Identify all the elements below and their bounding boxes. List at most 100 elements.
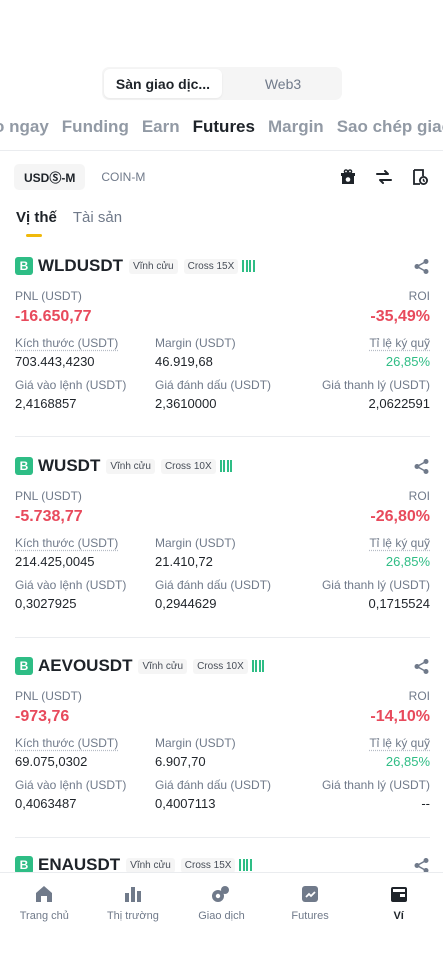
size-label[interactable]: Kích thước (USDT) <box>15 336 155 350</box>
symbol[interactable]: WUSDT <box>38 456 100 476</box>
margin-ratio-label[interactable]: Tỉ lệ ký quỹ <box>369 536 430 550</box>
leverage-tag[interactable]: Cross 10X <box>193 658 248 674</box>
nav-wallet-label: Ví <box>393 910 404 922</box>
contract-type: Vĩnh cửu <box>128 258 178 274</box>
entry-price-label: Giá vào lệnh (USDT) <box>15 378 127 392</box>
entry-price-value: 0,4063487 <box>15 796 77 811</box>
pnl-label: PNL (USDT) <box>15 489 82 503</box>
nav-futures[interactable]: Futures <box>266 873 355 932</box>
nav-markets[interactable]: Thị trường <box>89 873 178 932</box>
size-value: 69.075,0302 <box>15 754 88 769</box>
nav-markets-label: Thị trường <box>106 910 159 922</box>
margin-ratio-value: 26,85% <box>385 754 430 769</box>
nav-trade-label: Giao dịch <box>198 910 245 922</box>
position-tabs: Vị thế Tài sản <box>16 209 122 237</box>
mark-price-value: 0,2944629 <box>155 596 217 611</box>
roi-label: ROI <box>408 689 430 703</box>
liq-price-label: Giá thanh lý (USDT) <box>321 778 430 792</box>
tab-margin[interactable]: Margin <box>268 117 324 137</box>
leverage-tag[interactable]: Cross 15X <box>183 258 239 274</box>
adl-indicator-icon <box>242 260 255 272</box>
tab-assets[interactable]: Tài sản <box>73 209 122 226</box>
roi-label: ROI <box>408 289 430 303</box>
share-icon[interactable] <box>413 258 430 275</box>
size-label[interactable]: Kích thước (USDT) <box>15 736 155 750</box>
symbol[interactable]: AEVOUSDT <box>38 656 132 676</box>
contract-type: Vĩnh cửu <box>138 658 188 674</box>
roi-label: ROI <box>408 489 430 503</box>
entry-price-label: Giá vào lệnh (USDT) <box>15 778 127 792</box>
pnl-value: -5.738,77 <box>15 508 83 525</box>
margin-value: 6.907,70 <box>155 754 206 769</box>
margin-ratio-label[interactable]: Tỉ lệ ký quỹ <box>369 736 430 750</box>
nav-futures-label: Futures <box>291 910 329 922</box>
transfer-icon[interactable] <box>375 168 393 186</box>
margin-label: Margin (USDT) <box>155 736 236 750</box>
nav-home-label: Trang chủ <box>19 910 69 922</box>
nav-wallet[interactable]: Ví <box>354 873 443 932</box>
order-history-icon[interactable] <box>411 168 429 186</box>
futures-icon <box>302 886 319 902</box>
adl-indicator-icon <box>251 660 265 672</box>
margin-value: 21.410,72 <box>155 554 213 569</box>
home-icon <box>36 886 53 902</box>
pnl-value: -973,76 <box>15 708 70 725</box>
contract-type: Vĩnh cửu <box>126 857 175 873</box>
margin-value: 46.919,68 <box>155 354 213 369</box>
card-divider <box>15 436 430 437</box>
gift-icon[interactable] <box>339 168 357 186</box>
contract-type: Vĩnh cửu <box>106 458 155 474</box>
bar-chart-icon <box>124 887 141 902</box>
share-icon[interactable] <box>413 857 430 874</box>
tab-copy-trading[interactable]: Sao chép giao <box>337 117 443 137</box>
bottom-nav: Trang chủ Thị trường Giao dịch Futures V… <box>0 872 443 932</box>
coinm-chip[interactable]: COIN-M <box>91 164 155 190</box>
entry-price-value: 0,3027925 <box>15 596 77 611</box>
margin-label: Margin (USDT) <box>155 336 236 350</box>
roi-value: -26,80% <box>370 508 430 525</box>
leverage-tag[interactable]: Cross 15X <box>180 857 236 873</box>
roi-value: -35,49% <box>370 308 430 325</box>
roi-value: -14,10% <box>370 708 430 725</box>
share-icon[interactable] <box>413 658 430 675</box>
mark-price-label: Giá đánh dấu (USDT) <box>155 578 272 592</box>
tab-positions[interactable]: Vị thế <box>16 209 57 237</box>
liq-price-value: 0,1715524 <box>368 596 430 611</box>
card-divider <box>15 637 430 638</box>
size-label[interactable]: Kích thước (USDT) <box>15 536 155 550</box>
margin-ratio-value: 26,85% <box>385 554 430 569</box>
liq-price-label: Giá thanh lý (USDT) <box>321 378 430 392</box>
nav-trade[interactable]: Giao dịch <box>177 873 266 932</box>
symbol[interactable]: WLDUSDT <box>38 256 123 276</box>
liq-price-value: 2,0622591 <box>368 396 430 411</box>
usdm-chip[interactable]: USDⓈ-M <box>14 164 86 190</box>
adl-indicator-icon <box>219 460 233 472</box>
wallet-icon <box>390 887 407 902</box>
mark-price-label: Giá đánh dấu (USDT) <box>155 778 272 792</box>
web3-segment[interactable]: Web3 <box>224 67 342 100</box>
side-badge: B <box>15 457 33 475</box>
tab-earn[interactable]: Earn <box>142 117 180 137</box>
position-card: B WUSDT Vĩnh cửu Cross 10X PNL (USDT) RO… <box>15 454 430 611</box>
side-badge: B <box>15 257 33 275</box>
sub-icons <box>339 168 429 186</box>
main-tabs: o ngay Funding Earn Futures Margin Sao c… <box>0 117 443 137</box>
liq-price-value: -- <box>421 796 430 811</box>
mark-price-value: 0,4007113 <box>155 796 216 811</box>
nav-home[interactable]: Trang chủ <box>0 873 89 932</box>
exchange-web3-toggle[interactable]: Sàn giao dịc... Web3 <box>102 67 342 100</box>
mark-price-value: 2,3610000 <box>155 396 217 411</box>
exchange-segment[interactable]: Sàn giao dịc... <box>104 69 222 98</box>
pnl-label: PNL (USDT) <box>15 689 82 703</box>
share-icon[interactable] <box>413 458 430 475</box>
futures-type-row: USDⓈ-M COIN-M <box>14 163 429 191</box>
divider <box>0 150 443 151</box>
tab-funding[interactable]: Funding <box>62 117 129 137</box>
leverage-tag[interactable]: Cross 10X <box>160 458 216 474</box>
trade-icon <box>212 886 230 902</box>
entry-price-label: Giá vào lệnh (USDT) <box>15 578 127 592</box>
card-divider <box>15 837 430 838</box>
tab-convert[interactable]: o ngay <box>0 117 49 137</box>
margin-ratio-label[interactable]: Tỉ lệ ký quỹ <box>369 336 430 350</box>
tab-futures[interactable]: Futures <box>193 117 255 137</box>
